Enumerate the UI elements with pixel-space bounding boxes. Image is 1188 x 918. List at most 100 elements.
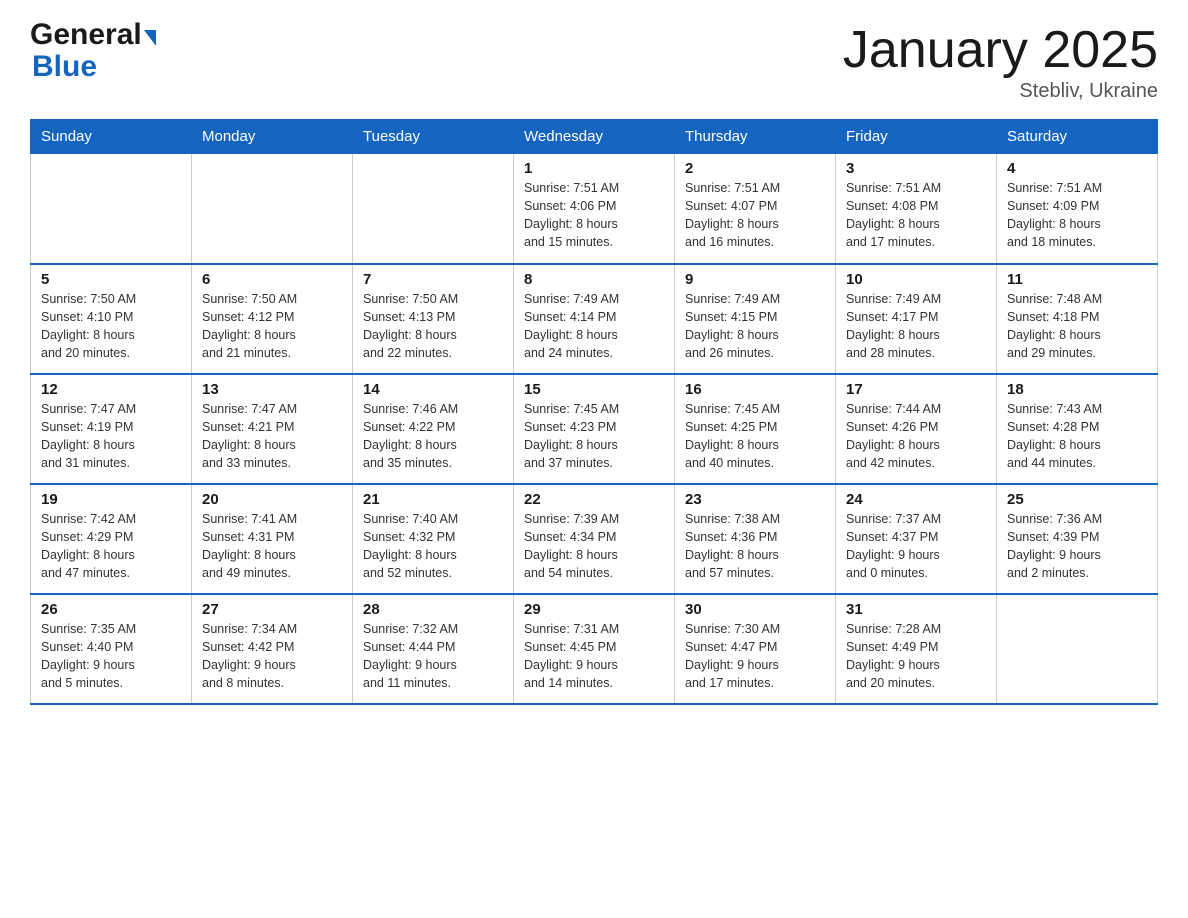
- calendar-cell: 2 Sunrise: 7:51 AM Sunset: 4:07 PM Daylig…: [675, 154, 836, 264]
- weekday-header-row: SundayMondayTuesdayWednesdayThursdayFrid…: [31, 120, 1158, 154]
- calendar-cell: 14 Sunrise: 7:46 AM Sunset: 4:22 PM Dayli…: [353, 374, 514, 484]
- day-info: Sunrise: 7:31 AM Sunset: 4:45 PM Dayligh…: [524, 620, 664, 693]
- day-number: 7: [363, 271, 503, 288]
- day-number: 17: [846, 381, 986, 398]
- day-number: 1: [524, 160, 664, 177]
- weekday-header-monday: Monday: [192, 120, 353, 154]
- day-info: Sunrise: 7:51 AM Sunset: 4:06 PM Dayligh…: [524, 179, 664, 252]
- day-number: 19: [41, 491, 181, 508]
- day-info: Sunrise: 7:34 AM Sunset: 4:42 PM Dayligh…: [202, 620, 342, 693]
- calendar-cell: [31, 154, 192, 264]
- day-number: 25: [1007, 491, 1147, 508]
- calendar-cell: 13Sunrise: 7:47 AM Sunset: 4:21 PM Dayli…: [192, 374, 353, 484]
- page-subtitle: Stebliv, Ukraine: [843, 80, 1158, 103]
- calendar-cell: 30 Sunrise: 7:30 AM Sunset: 4:47 PM Dayli…: [675, 594, 836, 704]
- calendar-cell: 27 Sunrise: 7:34 AM Sunset: 4:42 PM Dayli…: [192, 594, 353, 704]
- day-info: Sunrise: 7:51 AM Sunset: 4:07 PM Dayligh…: [685, 179, 825, 252]
- weekday-header-friday: Friday: [836, 120, 997, 154]
- week-row-2: 12Sunrise: 7:47 AM Sunset: 4:19 PM Dayli…: [31, 374, 1158, 484]
- day-info: Sunrise: 7:35 AM Sunset: 4:40 PM Dayligh…: [41, 620, 181, 693]
- day-number: 29: [524, 601, 664, 618]
- day-number: 23: [685, 491, 825, 508]
- calendar-cell: 21 Sunrise: 7:40 AM Sunset: 4:32 PM Dayli…: [353, 484, 514, 594]
- calendar-cell: 3 Sunrise: 7:51 AM Sunset: 4:08 PM Daylig…: [836, 154, 997, 264]
- calendar-cell: 5Sunrise: 7:50 AM Sunset: 4:10 PM Daylig…: [31, 264, 192, 374]
- day-info: Sunrise: 7:43 AM Sunset: 4:28 PM Dayligh…: [1007, 400, 1147, 473]
- calendar-cell: 26 Sunrise: 7:35 AM Sunset: 4:40 PM Dayli…: [31, 594, 192, 704]
- logo-triangle-icon: [144, 30, 156, 46]
- logo-text-general: General: [30, 18, 142, 51]
- day-info: Sunrise: 7:47 AM Sunset: 4:21 PM Dayligh…: [202, 400, 342, 473]
- calendar-cell: 22 Sunrise: 7:39 AM Sunset: 4:34 PM Dayli…: [514, 484, 675, 594]
- calendar-cell: 8 Sunrise: 7:49 AM Sunset: 4:14 PM Daylig…: [514, 264, 675, 374]
- day-info: Sunrise: 7:42 AM Sunset: 4:29 PM Dayligh…: [41, 510, 181, 583]
- calendar-cell: 19 Sunrise: 7:42 AM Sunset: 4:29 PM Dayli…: [31, 484, 192, 594]
- day-number: 9: [685, 271, 825, 288]
- calendar-cell: 31 Sunrise: 7:28 AM Sunset: 4:49 PM Dayli…: [836, 594, 997, 704]
- logo-container: General Blue: [30, 20, 156, 82]
- calendar-cell: 15Sunrise: 7:45 AM Sunset: 4:23 PM Dayli…: [514, 374, 675, 484]
- day-info: Sunrise: 7:36 AM Sunset: 4:39 PM Dayligh…: [1007, 510, 1147, 583]
- day-info: Sunrise: 7:40 AM Sunset: 4:32 PM Dayligh…: [363, 510, 503, 583]
- day-number: 21: [363, 491, 503, 508]
- weekday-header-saturday: Saturday: [997, 120, 1158, 154]
- day-info: Sunrise: 7:46 AM Sunset: 4:22 PM Dayligh…: [363, 400, 503, 473]
- calendar-cell: 10 Sunrise: 7:49 AM Sunset: 4:17 PM Dayli…: [836, 264, 997, 374]
- day-info: Sunrise: 7:45 AM Sunset: 4:23 PM Dayligh…: [524, 400, 664, 473]
- day-number: 2: [685, 160, 825, 177]
- day-number: 5: [41, 271, 181, 288]
- calendar-cell: [353, 154, 514, 264]
- weekday-header-sunday: Sunday: [31, 120, 192, 154]
- day-info: Sunrise: 7:39 AM Sunset: 4:34 PM Dayligh…: [524, 510, 664, 583]
- calendar-cell: 18Sunrise: 7:43 AM Sunset: 4:28 PM Dayli…: [997, 374, 1158, 484]
- day-info: Sunrise: 7:28 AM Sunset: 4:49 PM Dayligh…: [846, 620, 986, 693]
- day-info: Sunrise: 7:50 AM Sunset: 4:12 PM Dayligh…: [202, 290, 342, 363]
- calendar-cell: 1 Sunrise: 7:51 AM Sunset: 4:06 PM Daylig…: [514, 154, 675, 264]
- day-info: Sunrise: 7:49 AM Sunset: 4:17 PM Dayligh…: [846, 290, 986, 363]
- week-row-4: 26 Sunrise: 7:35 AM Sunset: 4:40 PM Dayli…: [31, 594, 1158, 704]
- calendar-cell: 28Sunrise: 7:32 AM Sunset: 4:44 PM Dayli…: [353, 594, 514, 704]
- day-info: Sunrise: 7:30 AM Sunset: 4:47 PM Dayligh…: [685, 620, 825, 693]
- day-number: 6: [202, 271, 342, 288]
- week-row-0: 1 Sunrise: 7:51 AM Sunset: 4:06 PM Daylig…: [31, 154, 1158, 264]
- calendar-cell: 23Sunrise: 7:38 AM Sunset: 4:36 PM Dayli…: [675, 484, 836, 594]
- calendar-cell: 24 Sunrise: 7:37 AM Sunset: 4:37 PM Dayli…: [836, 484, 997, 594]
- day-number: 4: [1007, 160, 1147, 177]
- calendar-cell: 7 Sunrise: 7:50 AM Sunset: 4:13 PM Daylig…: [353, 264, 514, 374]
- day-number: 28: [363, 601, 503, 618]
- calendar-cell: 20 Sunrise: 7:41 AM Sunset: 4:31 PM Dayli…: [192, 484, 353, 594]
- day-number: 26: [41, 601, 181, 618]
- day-info: Sunrise: 7:41 AM Sunset: 4:31 PM Dayligh…: [202, 510, 342, 583]
- day-number: 11: [1007, 271, 1147, 288]
- weekday-header-tuesday: Tuesday: [353, 120, 514, 154]
- calendar-cell: 25 Sunrise: 7:36 AM Sunset: 4:39 PM Dayli…: [997, 484, 1158, 594]
- calendar-cell: [997, 594, 1158, 704]
- weekday-header-wednesday: Wednesday: [514, 120, 675, 154]
- calendar-cell: 9 Sunrise: 7:49 AM Sunset: 4:15 PM Daylig…: [675, 264, 836, 374]
- day-info: Sunrise: 7:48 AM Sunset: 4:18 PM Dayligh…: [1007, 290, 1147, 363]
- day-info: Sunrise: 7:37 AM Sunset: 4:37 PM Dayligh…: [846, 510, 986, 583]
- day-number: 27: [202, 601, 342, 618]
- calendar-cell: 11 Sunrise: 7:48 AM Sunset: 4:18 PM Dayli…: [997, 264, 1158, 374]
- week-row-1: 5Sunrise: 7:50 AM Sunset: 4:10 PM Daylig…: [31, 264, 1158, 374]
- week-row-3: 19 Sunrise: 7:42 AM Sunset: 4:29 PM Dayli…: [31, 484, 1158, 594]
- day-number: 10: [846, 271, 986, 288]
- day-info: Sunrise: 7:49 AM Sunset: 4:14 PM Dayligh…: [524, 290, 664, 363]
- logo-text-blue: Blue: [30, 52, 156, 82]
- day-number: 16: [685, 381, 825, 398]
- day-info: Sunrise: 7:51 AM Sunset: 4:08 PM Dayligh…: [846, 179, 986, 252]
- day-number: 3: [846, 160, 986, 177]
- calendar-cell: 12Sunrise: 7:47 AM Sunset: 4:19 PM Dayli…: [31, 374, 192, 484]
- calendar-cell: 16 Sunrise: 7:45 AM Sunset: 4:25 PM Dayli…: [675, 374, 836, 484]
- day-number: 30: [685, 601, 825, 618]
- day-number: 20: [202, 491, 342, 508]
- day-info: Sunrise: 7:50 AM Sunset: 4:13 PM Dayligh…: [363, 290, 503, 363]
- day-info: Sunrise: 7:49 AM Sunset: 4:15 PM Dayligh…: [685, 290, 825, 363]
- calendar-table: SundayMondayTuesdayWednesdayThursdayFrid…: [30, 119, 1158, 705]
- day-number: 24: [846, 491, 986, 508]
- day-info: Sunrise: 7:45 AM Sunset: 4:25 PM Dayligh…: [685, 400, 825, 473]
- day-number: 14: [363, 381, 503, 398]
- day-number: 22: [524, 491, 664, 508]
- day-number: 31: [846, 601, 986, 618]
- day-number: 8: [524, 271, 664, 288]
